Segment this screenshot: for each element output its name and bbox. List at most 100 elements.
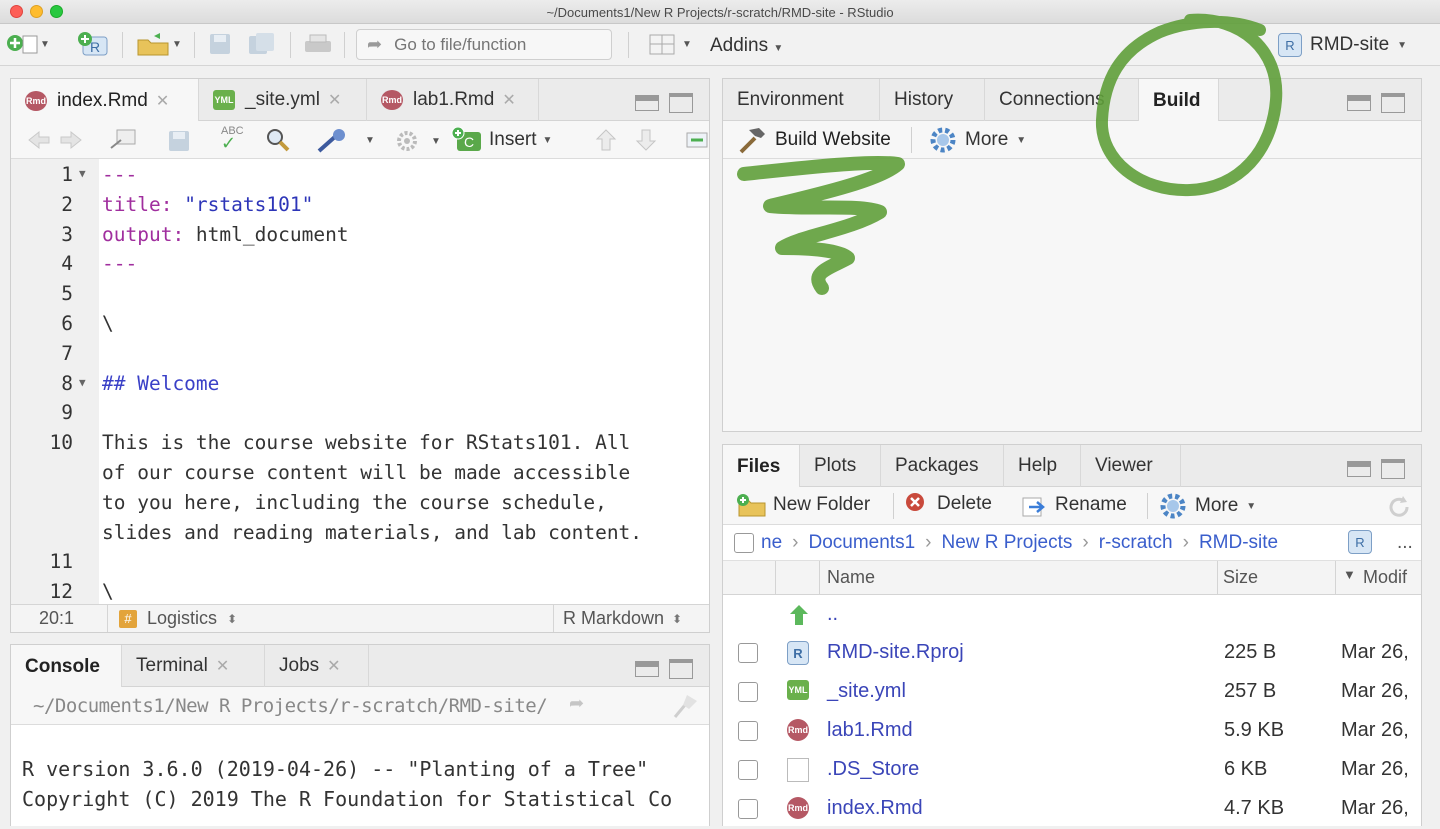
minimize-pane-button[interactable]	[1347, 461, 1371, 477]
modified-column-header[interactable]: Modif	[1363, 567, 1407, 588]
file-checkbox[interactable]	[738, 682, 758, 702]
project-menu[interactable]: R RMD-site ▼	[1278, 33, 1407, 57]
settings-button[interactable]: ▼	[395, 129, 441, 153]
file-checkbox[interactable]	[738, 760, 758, 780]
tab-connections[interactable]: Connections	[985, 79, 1139, 121]
show-in-window-icon[interactable]	[109, 128, 139, 152]
close-tab-icon[interactable]: ✕	[156, 91, 169, 111]
delete-button[interactable]: Delete	[903, 492, 992, 516]
tab-build[interactable]: Build	[1139, 79, 1219, 122]
breadcrumb-item[interactable]: r-scratch	[1099, 532, 1173, 554]
code-editor[interactable]: 1 ▼ 2 3 4 5 6 7 8 ▼ 9 10 11 12 --- title: "rstats101" o…	[11, 159, 709, 604]
new-project-button[interactable]: R	[76, 32, 112, 56]
breadcrumb-item[interactable]: ne	[761, 532, 782, 554]
files-more-menu[interactable]: More ▼	[1159, 492, 1256, 520]
save-all-button[interactable]	[246, 32, 278, 56]
files-header-row: Name Size ▼ Modif	[723, 561, 1421, 595]
breadcrumb-item[interactable]: Documents1	[808, 532, 915, 554]
close-tab-icon[interactable]: ✕	[327, 656, 340, 676]
maximize-pane-button[interactable]	[1381, 93, 1405, 113]
file-row[interactable]: Rmd lab1.Rmd 5.9 KB Mar 26,	[723, 712, 1421, 751]
build-website-button[interactable]: Build Website	[737, 126, 891, 154]
file-row[interactable]: .DS_Store 6 KB Mar 26,	[723, 751, 1421, 790]
tab-viewer[interactable]: Viewer	[1081, 445, 1181, 487]
file-row[interactable]: Rmd index.Rmd 4.7 KB Mar 26,	[723, 790, 1421, 829]
tab-index-rmd[interactable]: Rmd index.Rmd ✕	[11, 79, 199, 122]
close-tab-icon[interactable]: ✕	[328, 90, 341, 110]
save-icon[interactable]	[167, 129, 191, 153]
breadcrumb: ne › Documents1 › New R Projects › r-scratch › R…	[723, 525, 1421, 561]
breadcrumb-more[interactable]: ...	[1397, 532, 1413, 554]
new-file-button[interactable]: ▼	[6, 32, 50, 56]
tab-label: Packages	[895, 455, 979, 476]
tab-console[interactable]: Console	[11, 645, 122, 688]
workspace-panes-button[interactable]: ▼	[642, 32, 698, 56]
file-name-link[interactable]: lab1.Rmd	[827, 719, 913, 742]
rmd-file-icon: Rmd	[787, 719, 809, 741]
tab-jobs[interactable]: Jobs ✕	[265, 645, 369, 687]
arrow-down-icon[interactable]	[633, 127, 659, 153]
section-label: Logistics	[147, 608, 218, 628]
tab-plots[interactable]: Plots	[800, 445, 881, 487]
addins-menu[interactable]: Addins ▼	[710, 35, 783, 57]
select-all-checkbox[interactable]	[734, 533, 754, 553]
column-divider	[1217, 561, 1218, 595]
file-modified: Mar 26,	[1341, 680, 1409, 702]
minimize-pane-button[interactable]	[635, 95, 659, 111]
print-button[interactable]	[302, 32, 334, 56]
tab-files[interactable]: Files	[723, 445, 800, 488]
rename-button[interactable]: Rename	[1019, 492, 1127, 518]
parent-directory-row[interactable]: ..	[723, 596, 1421, 634]
go-to-file-input[interactable]	[394, 34, 585, 55]
name-column-header[interactable]: Name	[827, 567, 875, 588]
file-type-selector[interactable]: R Markdown ⬍	[563, 608, 682, 629]
maximize-pane-button[interactable]	[669, 93, 693, 113]
save-button[interactable]	[206, 32, 234, 56]
file-name-link[interactable]: .DS_Store	[827, 758, 919, 781]
breadcrumb-item[interactable]: New R Projects	[941, 532, 1072, 554]
build-more-menu[interactable]: More ▼	[929, 126, 1026, 154]
file-row[interactable]: YML _site.yml 257 B Mar 26,	[723, 673, 1421, 712]
new-folder-button[interactable]: New Folder	[735, 492, 870, 518]
tab-terminal[interactable]: Terminal ✕	[122, 645, 265, 687]
code-tools-button[interactable]: ▼	[315, 127, 375, 153]
tab-history[interactable]: History	[880, 79, 985, 121]
maximize-pane-button[interactable]	[1381, 459, 1405, 479]
file-name-link[interactable]: RMD-site.Rproj	[827, 641, 964, 664]
minimize-pane-button[interactable]	[635, 661, 659, 677]
tab-site-yml[interactable]: YML _site.yml ✕	[199, 79, 367, 121]
size-column-header[interactable]: Size	[1223, 567, 1258, 588]
close-tab-icon[interactable]: ✕	[502, 90, 515, 110]
fold-toggle-icon[interactable]: ▼	[79, 376, 86, 389]
section-navigator[interactable]: # Logistics ⬍	[119, 608, 237, 629]
breadcrumb-item[interactable]: RMD-site	[1199, 532, 1278, 554]
maximize-pane-button[interactable]	[669, 659, 693, 679]
console-output[interactable]: R version 3.6.0 (2019-04-26) -- "Plantin…	[11, 725, 709, 826]
open-file-button[interactable]: ▼	[132, 32, 186, 56]
fold-toggle-icon[interactable]: ▼	[79, 167, 86, 180]
refresh-icon[interactable]	[1385, 493, 1413, 521]
go-to-file-box[interactable]: ➦	[356, 29, 612, 60]
environment-tabstrip: Environment History Connections Build	[723, 79, 1421, 122]
search-icon[interactable]	[265, 127, 291, 153]
r-project-icon[interactable]: R	[1348, 530, 1372, 554]
file-checkbox[interactable]	[738, 799, 758, 819]
tab-lab1-rmd[interactable]: Rmd lab1.Rmd ✕	[367, 79, 539, 121]
tab-help[interactable]: Help	[1004, 445, 1081, 487]
tab-packages[interactable]: Packages	[881, 445, 1004, 487]
spellcheck-button[interactable]: ABC ✓	[221, 125, 244, 152]
insert-chunk-button[interactable]: C Insert ▼	[451, 127, 552, 153]
file-row[interactable]: R RMD-site.Rproj 225 B Mar 26,	[723, 634, 1421, 673]
file-checkbox[interactable]	[738, 643, 758, 663]
tab-environment[interactable]: Environment	[723, 79, 880, 121]
arrow-up-icon[interactable]	[593, 127, 619, 153]
file-name-link[interactable]: _site.yml	[827, 680, 906, 703]
clear-console-broom-icon[interactable]	[667, 693, 699, 719]
file-name-link[interactable]: index.Rmd	[827, 797, 923, 820]
parent-directory-link[interactable]: ..	[827, 603, 838, 626]
run-chunk-icon[interactable]	[685, 131, 709, 149]
file-checkbox[interactable]	[738, 721, 758, 741]
minimize-pane-button[interactable]	[1347, 95, 1371, 111]
go-to-directory-icon[interactable]: ➦	[569, 693, 584, 714]
close-tab-icon[interactable]: ✕	[216, 656, 229, 676]
